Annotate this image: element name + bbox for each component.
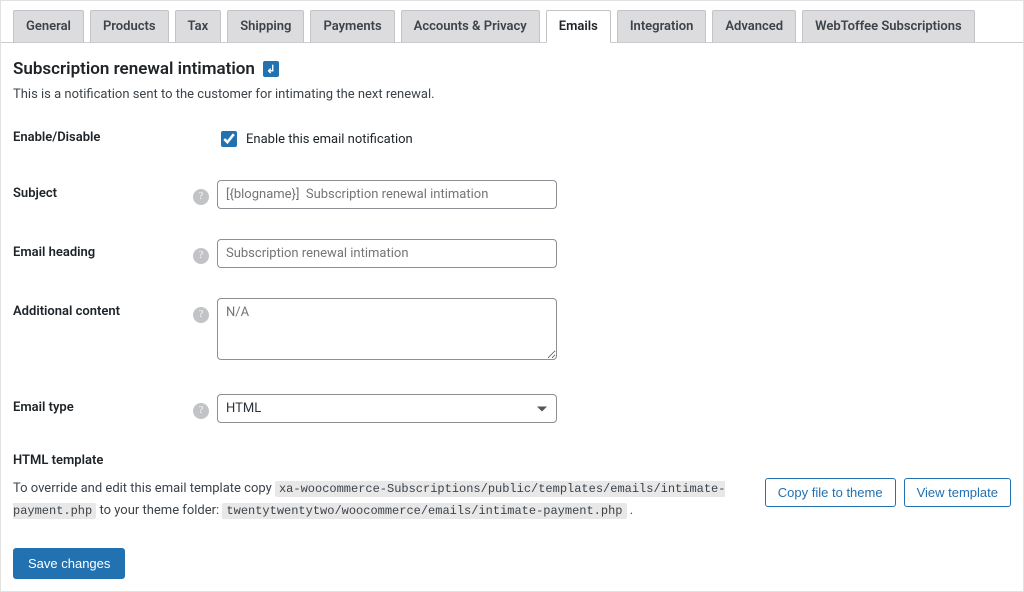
enable-email-checkbox-label: Enable this email notification xyxy=(246,132,413,147)
help-icon[interactable]: ? xyxy=(193,189,209,205)
template-dest-path: twentytwentytwo/woocommerce/emails/intim… xyxy=(222,503,626,519)
page-title: Subscription renewal intimation ↲ xyxy=(13,59,1011,79)
tab-payments[interactable]: Payments xyxy=(310,10,394,43)
help-icon[interactable]: ? xyxy=(193,307,209,323)
settings-tabs: General Products Tax Shipping Payments A… xyxy=(1,1,1023,43)
enable-disable-label: Enable/Disable xyxy=(13,124,193,145)
enable-email-checkbox[interactable] xyxy=(221,131,237,147)
help-icon[interactable]: ? xyxy=(193,248,209,264)
tab-accounts-privacy[interactable]: Accounts & Privacy xyxy=(401,10,540,43)
subject-label: Subject xyxy=(13,180,193,201)
view-template-button[interactable]: View template xyxy=(904,478,1011,507)
email-heading-input[interactable] xyxy=(217,239,557,268)
email-type-label: Email type xyxy=(13,394,193,415)
tab-advanced[interactable]: Advanced xyxy=(712,10,796,43)
tab-webtoffee-subscriptions[interactable]: WebToffee Subscriptions xyxy=(802,10,975,43)
tab-general[interactable]: General xyxy=(13,10,84,43)
copy-file-button[interactable]: Copy file to theme xyxy=(765,478,896,507)
tab-tax[interactable]: Tax xyxy=(175,10,222,43)
template-override-note: To override and edit this email template… xyxy=(13,478,745,522)
save-changes-button[interactable]: Save changes xyxy=(13,548,125,579)
additional-content-textarea[interactable] xyxy=(217,298,557,360)
tab-products[interactable]: Products xyxy=(90,10,169,43)
return-icon[interactable]: ↲ xyxy=(263,61,279,77)
tab-emails[interactable]: Emails xyxy=(546,10,611,43)
subject-input[interactable] xyxy=(217,180,557,209)
page-title-text: Subscription renewal intimation xyxy=(13,59,255,79)
email-type-select[interactable]: HTML xyxy=(217,394,557,423)
additional-content-label: Additional content xyxy=(13,298,193,319)
email-heading-label: Email heading xyxy=(13,239,193,260)
page-description: This is a notification sent to the custo… xyxy=(13,87,1011,102)
html-template-heading: HTML template xyxy=(13,453,1011,468)
tab-shipping[interactable]: Shipping xyxy=(227,10,304,43)
tab-integration[interactable]: Integration xyxy=(617,10,707,43)
help-icon[interactable]: ? xyxy=(193,403,209,419)
